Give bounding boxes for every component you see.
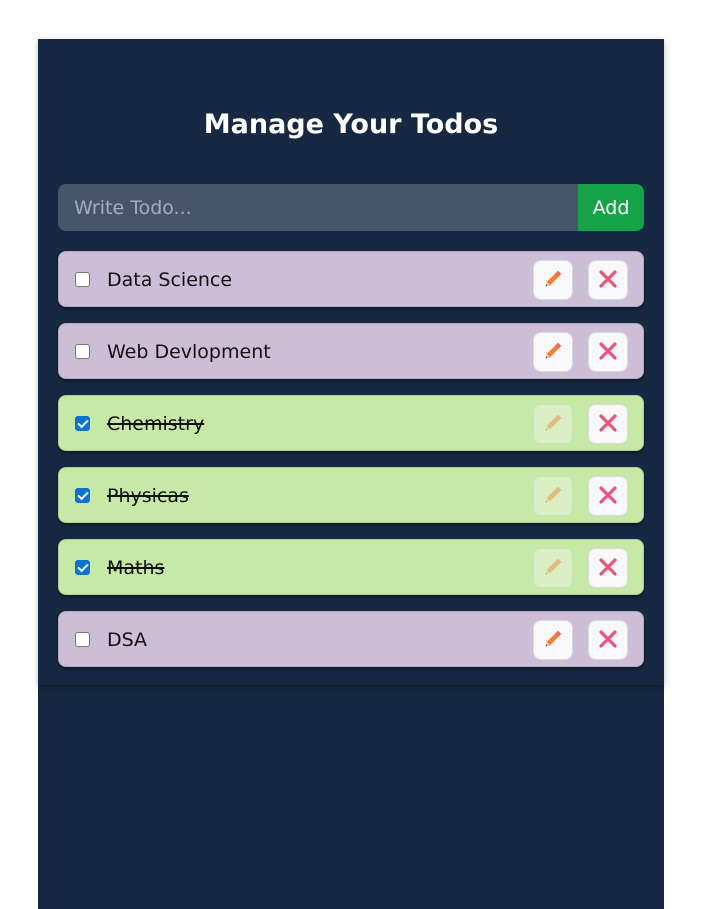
todo-checkbox[interactable] (75, 272, 90, 287)
edit-button[interactable] (533, 620, 573, 660)
delete-button[interactable] (588, 404, 628, 444)
todo-checkbox[interactable] (75, 344, 90, 359)
add-button[interactable]: Add (578, 184, 644, 231)
todo-text: Data Science (107, 269, 233, 291)
todo-text: DSA (107, 629, 148, 651)
todo-input[interactable] (58, 184, 578, 231)
todo-checkbox[interactable] (75, 488, 90, 503)
todo-text: Maths (107, 557, 165, 579)
delete-button[interactable] (588, 548, 628, 588)
close-icon (598, 485, 618, 508)
page-title: Manage Your Todos (203, 109, 499, 140)
todo-item: Web Devlopment (58, 323, 644, 379)
delete-button[interactable] (588, 260, 628, 300)
delete-button[interactable] (588, 620, 628, 660)
todo-item: Physicas (58, 467, 644, 523)
pencil-icon (542, 556, 564, 581)
edit-button[interactable] (533, 404, 573, 444)
todo-item: Chemistry (58, 395, 644, 451)
todo-item: Maths (58, 539, 644, 595)
close-icon (598, 413, 618, 436)
delete-button[interactable] (588, 476, 628, 516)
todo-panel: Manage Your Todos Add Data Science (38, 39, 664, 685)
todo-checkbox[interactable] (75, 416, 90, 431)
todo-item: DSA (58, 611, 644, 667)
todo-item: Data Science (58, 251, 644, 307)
todo-form: Add (58, 184, 644, 231)
edit-button[interactable] (533, 260, 573, 300)
todo-text: Chemistry (107, 413, 205, 435)
close-icon (598, 629, 618, 652)
close-icon (598, 269, 618, 292)
pencil-icon (542, 268, 564, 293)
edit-button[interactable] (533, 476, 573, 516)
pencil-icon (542, 628, 564, 653)
pencil-icon (542, 340, 564, 365)
edit-button[interactable] (533, 332, 573, 372)
todo-list: Data Science Web Devlopment Chemistry Ph… (58, 251, 644, 683)
pencil-icon (542, 412, 564, 437)
close-icon (598, 341, 618, 364)
todo-text: Physicas (107, 485, 189, 507)
close-icon (598, 557, 618, 580)
todo-checkbox[interactable] (75, 632, 90, 647)
todo-text: Web Devlopment (107, 341, 271, 363)
delete-button[interactable] (588, 332, 628, 372)
app-container: Manage Your Todos Add Data Science (38, 39, 664, 909)
pencil-icon (542, 484, 564, 509)
edit-button[interactable] (533, 548, 573, 588)
todo-checkbox[interactable] (75, 560, 90, 575)
